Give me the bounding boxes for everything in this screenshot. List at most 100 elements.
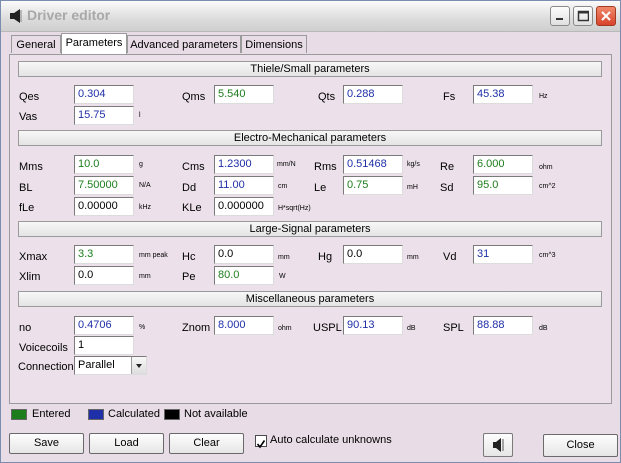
- auto-calculate-checkbox[interactable]: [255, 435, 267, 449]
- close-button[interactable]: Close: [543, 434, 618, 457]
- pe-field[interactable]: 80.0: [214, 266, 274, 285]
- hg-label: Hg: [318, 251, 333, 263]
- le-label: Le: [314, 182, 327, 194]
- close-window-button[interactable]: [596, 6, 616, 26]
- tab-advanced-parameters[interactable]: Advanced parameters: [127, 35, 241, 53]
- tab-dimensions[interactable]: Dimensions: [241, 35, 307, 53]
- qms-field[interactable]: 5.540: [214, 85, 274, 104]
- maximize-icon: [577, 10, 589, 22]
- entered-label: Entered: [32, 408, 71, 420]
- chevron-down-icon: [136, 364, 142, 368]
- kle-label: KLe: [182, 202, 202, 214]
- speaker-icon: [493, 438, 504, 452]
- load-button[interactable]: Load: [89, 433, 164, 454]
- tab-general[interactable]: General: [11, 35, 61, 53]
- title-bar[interactable]: Driver editor: [1, 1, 620, 32]
- le-field[interactable]: 0.75: [343, 176, 403, 195]
- uspl-label: USPL: [313, 322, 342, 334]
- calculated-swatch: [88, 409, 104, 420]
- kle-unit: H*sqrt(Hz): [278, 205, 311, 212]
- qes-label: Qes: [19, 91, 40, 103]
- parameters-panel: Thiele/Small parameters Qes 0.304 Qms 5.…: [9, 54, 612, 404]
- tab-parameters[interactable]: Parameters: [61, 33, 127, 54]
- not-available-label: Not available: [184, 408, 248, 420]
- fs-unit: Hz: [539, 93, 548, 100]
- dd-unit: cm: [278, 183, 288, 190]
- znom-unit: ohm: [278, 325, 292, 332]
- check-icon: [256, 440, 266, 449]
- cms-field[interactable]: 1.2300: [214, 155, 274, 174]
- bl-field[interactable]: 7.50000: [74, 176, 134, 195]
- color-legend: Entered Calculated Not available: [1, 405, 620, 427]
- hc-label: Hc: [182, 251, 196, 263]
- sd-label: Sd: [440, 182, 454, 194]
- voicecoils-field[interactable]: 1: [74, 336, 134, 355]
- spl-field[interactable]: 88.88: [473, 316, 533, 335]
- no-unit: %: [139, 324, 146, 331]
- xlim-field[interactable]: 0.0: [74, 266, 134, 285]
- vd-field[interactable]: 31: [473, 245, 533, 264]
- re-field[interactable]: 6.000: [473, 155, 533, 174]
- xmax-label: Xmax: [19, 251, 48, 263]
- uspl-field[interactable]: 90.13: [343, 316, 403, 335]
- qes-field[interactable]: 0.304: [74, 85, 134, 104]
- pe-unit: W: [279, 273, 286, 280]
- bl-label: BL: [19, 182, 33, 194]
- hg-field[interactable]: 0.0: [343, 245, 403, 264]
- xmax-unit: mm peak: [139, 252, 168, 259]
- dd-field[interactable]: 11.00: [214, 176, 274, 195]
- vas-label: Vas: [19, 111, 38, 123]
- fle-label: fLe: [19, 202, 35, 214]
- fle-field[interactable]: 0.00000: [74, 197, 134, 216]
- rms-unit: kg/s: [407, 161, 420, 168]
- vd-unit: cm^3: [539, 252, 556, 259]
- speaker-icon: [10, 9, 22, 23]
- kle-field[interactable]: 0.000000: [214, 197, 274, 216]
- vd-label: Vd: [443, 251, 457, 263]
- speaker-button[interactable]: [483, 433, 513, 457]
- voicecoils-label: Voicecoils: [19, 342, 68, 354]
- le-unit: mH: [407, 184, 418, 191]
- section-thiele-small: Thiele/Small parameters: [18, 61, 602, 77]
- driver-editor-window: Driver editor General Parameters Advance…: [0, 0, 621, 463]
- hc-unit: mm: [278, 254, 290, 261]
- mms-field[interactable]: 10.0: [74, 155, 134, 174]
- uspl-unit: dB: [407, 325, 416, 332]
- qts-label: Qts: [318, 91, 336, 103]
- mms-label: Mms: [19, 161, 43, 173]
- minimize-button[interactable]: [550, 6, 570, 26]
- dd-label: Dd: [182, 182, 197, 194]
- rms-label: Rms: [314, 161, 337, 173]
- xmax-field[interactable]: 3.3: [74, 245, 134, 264]
- connection-label: Connection: [18, 361, 74, 373]
- maximize-button[interactable]: [573, 6, 593, 26]
- xlim-unit: mm: [139, 273, 151, 280]
- sd-unit: cm^2: [539, 183, 556, 190]
- mms-unit: g: [139, 161, 143, 168]
- connection-select[interactable]: Parallel: [74, 356, 147, 375]
- vas-field[interactable]: 15.75: [74, 106, 134, 125]
- no-field[interactable]: 0.4706: [74, 316, 134, 335]
- znom-field[interactable]: 8.000: [214, 316, 274, 335]
- sd-field[interactable]: 95.0: [473, 176, 533, 195]
- save-button[interactable]: Save: [9, 433, 84, 454]
- no-label: no: [19, 322, 32, 334]
- spl-label: SPL: [443, 322, 464, 334]
- rms-field[interactable]: 0.51468: [343, 155, 403, 174]
- dropdown-arrow-button[interactable]: [131, 357, 146, 374]
- fs-label: Fs: [443, 91, 456, 103]
- window-title: Driver editor: [27, 7, 111, 23]
- fle-unit: kHz: [139, 204, 152, 211]
- section-large-signal: Large-Signal parameters: [18, 221, 602, 237]
- znom-label: Znom: [182, 322, 211, 334]
- hc-field[interactable]: 0.0: [214, 245, 274, 264]
- clear-button[interactable]: Clear: [169, 433, 244, 454]
- qts-field[interactable]: 0.288: [343, 85, 403, 104]
- minimize-icon: [556, 18, 563, 20]
- vas-unit: l: [139, 112, 141, 119]
- auto-calculate-label[interactable]: Auto calculate unknowns: [270, 434, 392, 446]
- re-unit: ohm: [539, 164, 553, 171]
- connection-value: Parallel: [78, 359, 115, 371]
- fs-field[interactable]: 45.38: [473, 85, 533, 104]
- section-electro-mechanical: Electro-Mechanical parameters: [18, 130, 602, 146]
